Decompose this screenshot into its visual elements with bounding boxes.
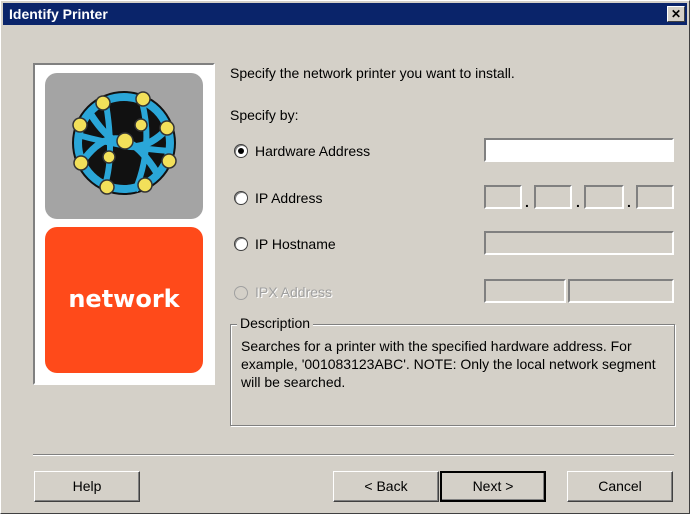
network-badge: network (45, 227, 203, 373)
specify-by-label: Specify by: (230, 107, 299, 123)
title-bar[interactable]: Identify Printer ✕ (3, 3, 687, 25)
ipx-address-radio (234, 286, 248, 300)
hardware-address-label[interactable]: Hardware Address (255, 143, 370, 159)
network-word: network (68, 285, 180, 313)
back-button[interactable]: < Back (333, 471, 439, 502)
close-icon[interactable]: ✕ (667, 6, 685, 22)
globe-network-icon (45, 73, 203, 219)
ipx-address-label: IPX Address (255, 284, 333, 300)
ip-dot-1: . (525, 194, 529, 210)
ip-hostname-input[interactable] (484, 231, 674, 255)
ip-address-label[interactable]: IP Address (255, 190, 322, 206)
ip-octet-1-input[interactable] (484, 185, 522, 209)
window-title: Identify Printer (9, 6, 108, 22)
ip-dot-2: . (576, 194, 580, 210)
intro-text: Specify the network printer you want to … (230, 65, 515, 81)
description-text: Searches for a printer with the specifie… (241, 338, 656, 390)
ipx-network-input (484, 279, 566, 303)
divider (33, 454, 674, 456)
ip-octet-3-input[interactable] (584, 185, 624, 209)
network-logo-panel: network (33, 63, 215, 385)
ip-hostname-label[interactable]: IP Hostname (255, 236, 336, 252)
hardware-address-input[interactable] (484, 138, 674, 162)
ip-octet-4-input[interactable] (636, 185, 674, 209)
ip-dot-3: . (627, 194, 631, 210)
ip-octet-2-input[interactable] (534, 185, 572, 209)
next-button[interactable]: Next > (440, 471, 546, 502)
ip-address-radio[interactable] (234, 191, 248, 205)
help-button[interactable]: Help (34, 471, 140, 502)
ip-hostname-radio[interactable] (234, 237, 248, 251)
description-group: Description Searches for a printer with … (230, 315, 675, 426)
ipx-node-input (568, 279, 674, 303)
cancel-button[interactable]: Cancel (567, 471, 673, 502)
description-title: Description (237, 315, 314, 331)
identify-printer-dialog: Identify Printer ✕ network Specify the n… (0, 0, 690, 514)
hardware-address-radio[interactable] (234, 144, 248, 158)
